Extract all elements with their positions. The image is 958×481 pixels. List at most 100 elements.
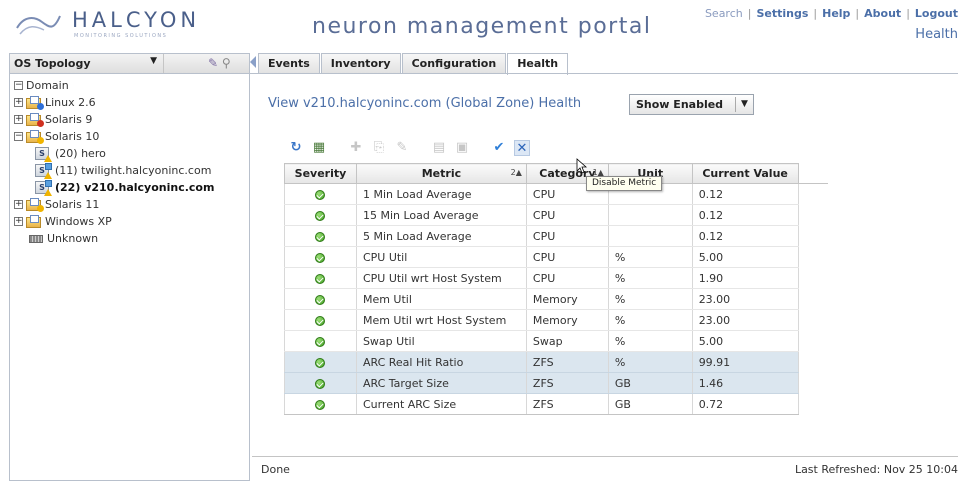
tree-node[interactable]: + Linux 2.6 [14, 94, 249, 111]
tree-node[interactable]: + Solaris 11 [14, 196, 249, 213]
row-filler [798, 225, 828, 247]
status-bar: Done Last Refreshed: Nov 25 10:04 [252, 456, 958, 481]
tree-node-label: (20) hero [55, 147, 106, 160]
expand-icon[interactable]: + [14, 200, 23, 209]
tree-node[interactable]: S (20) hero [14, 145, 249, 162]
row-filler [798, 372, 828, 394]
expand-icon[interactable]: + [14, 98, 23, 107]
severity-cell [284, 204, 357, 226]
tree-node[interactable]: − Domain [14, 77, 249, 94]
topology-selector[interactable]: OS Topology ▼ [10, 54, 164, 73]
topology-tools: ✎ ⚲ [208, 56, 231, 70]
os-folder-icon [26, 198, 44, 212]
tree-node-label: Domain [26, 79, 69, 92]
search-link[interactable]: Search [705, 7, 743, 20]
value-cell: 1.46 [691, 372, 799, 394]
column-header-current-value[interactable]: Current Value [691, 163, 799, 184]
halcyon-logo[interactable]: HALCYON MONITORING SOLUTIONS [14, 6, 196, 40]
logout-link[interactable]: Logout [915, 7, 958, 20]
enable-metric-icon[interactable]: ✔ [491, 140, 507, 156]
metric-cell: Mem Util [355, 288, 527, 310]
copy-icon[interactable]: ⎘ [371, 140, 387, 156]
tree-node[interactable]: + Solaris 9 [14, 111, 249, 128]
expand-icon[interactable]: + [14, 217, 23, 226]
tab-configuration[interactable]: Configuration [401, 53, 507, 73]
unit-cell: GB [607, 393, 693, 415]
value-cell: 99.91 [691, 351, 799, 373]
refresh-icon[interactable]: ↻ [288, 140, 304, 156]
tree-node[interactable]: − Solaris 10 [14, 128, 249, 145]
table-row[interactable]: 1 Min Load Average CPU 0.12 [284, 183, 828, 205]
table-row[interactable]: CPU Util CPU% 5.00 [284, 246, 828, 268]
mouse-cursor-icon [576, 158, 588, 174]
logo-text: HALCYON [72, 8, 201, 32]
status-text: Done [261, 463, 290, 476]
table-row[interactable]: ARC Real Hit Ratio ZFS% 99.91 [284, 351, 828, 373]
tree-node-label: Windows XP [45, 215, 112, 228]
disable-metric-icon[interactable]: ✕ [514, 140, 530, 156]
severity-cell [284, 372, 357, 394]
collapse-panel-icon[interactable] [250, 56, 256, 68]
column-header-metric[interactable]: Metric 2▲ [355, 163, 527, 184]
server-icon: S [34, 162, 52, 179]
tab-inventory[interactable]: Inventory [320, 53, 401, 73]
eraser-icon[interactable]: ✎ [208, 56, 218, 70]
status-ok-icon [315, 273, 326, 284]
column-header-severity[interactable]: Severity [284, 163, 357, 184]
tree-node[interactable]: Unknown [14, 230, 249, 247]
collapse-icon[interactable]: − [14, 132, 23, 141]
help-link[interactable]: Help [822, 7, 850, 20]
about-link[interactable]: About [864, 7, 901, 20]
table-row[interactable]: Current ARC Size ZFS GB 0.72 [284, 393, 828, 415]
unit-cell: % [607, 246, 693, 268]
view-title: View v210.halcyoninc.com (Global Zone) H… [268, 96, 582, 111]
category-cell: Swap [525, 330, 609, 352]
document-add-icon[interactable]: ▣ [454, 140, 470, 156]
table-row[interactable]: Mem Util wrt Host System Memory% 23.00 [284, 309, 828, 331]
unit-cell: % [607, 330, 693, 352]
export-icon[interactable]: ▦ [311, 140, 327, 156]
value-cell: 5.00 [691, 330, 799, 352]
table-row[interactable]: CPU Util wrt Host System CPU% 1.90 [284, 267, 828, 289]
header: HALCYON MONITORING SOLUTIONS neuron mana… [0, 0, 958, 52]
tab-health[interactable]: Health [507, 53, 569, 75]
status-ok-icon [315, 336, 326, 347]
row-filler [798, 183, 828, 205]
filter-dropdown[interactable]: Show Enabled ▼ [629, 94, 754, 115]
severity-cell [284, 225, 357, 247]
tab-events[interactable]: Events [258, 53, 320, 73]
metric-cell: Swap Util [355, 330, 527, 352]
unknown-device-icon [29, 234, 43, 243]
severity-cell [284, 267, 357, 289]
topology-toolbar: OS Topology ▼ ✎ ⚲ [10, 54, 249, 74]
expand-icon[interactable]: + [14, 115, 23, 124]
value-cell: 0.12 [691, 183, 799, 205]
table-row[interactable]: 15 Min Load Average CPU 0.12 [284, 204, 828, 226]
collapse-icon[interactable]: − [14, 81, 23, 90]
tree-node[interactable]: S (11) twilight.halcyoninc.com [14, 162, 249, 179]
metric-cell: Current ARC Size [355, 393, 527, 415]
severity-cell [284, 330, 357, 352]
document-icon[interactable]: ▤ [431, 140, 447, 156]
tree-node-label: (22) v210.halcyoninc.com [55, 181, 215, 194]
portal-title: neuron management portal [312, 14, 652, 39]
pin-icon[interactable]: ⚲ [222, 56, 231, 70]
table-row[interactable]: Swap Util Swap% 5.00 [284, 330, 828, 352]
unit-cell [607, 225, 693, 247]
table-row[interactable]: ARC Target Size ZFS GB 1.46 [284, 372, 828, 394]
row-filler [798, 309, 828, 331]
table-row[interactable]: 5 Min Load Average CPU 0.12 [284, 225, 828, 247]
table-row[interactable]: Mem Util Memory% 23.00 [284, 288, 828, 310]
value-cell: 23.00 [691, 288, 799, 310]
settings-link[interactable]: Settings [756, 7, 808, 20]
value-cell: 0.12 [691, 204, 799, 226]
tree-node[interactable]: + Windows XP [14, 213, 249, 230]
metric-cell: 1 Min Load Average [355, 183, 527, 205]
severity-cell [284, 393, 357, 415]
metric-cell: CPU Util [355, 246, 527, 268]
edit-icon[interactable]: ✎ [394, 140, 410, 156]
tree-node[interactable]: S (22) v210.halcyoninc.com [14, 179, 249, 196]
status-ok-icon [315, 252, 326, 263]
unit-cell: % [607, 351, 693, 373]
add-threshold-icon[interactable]: ✚ [348, 140, 364, 156]
